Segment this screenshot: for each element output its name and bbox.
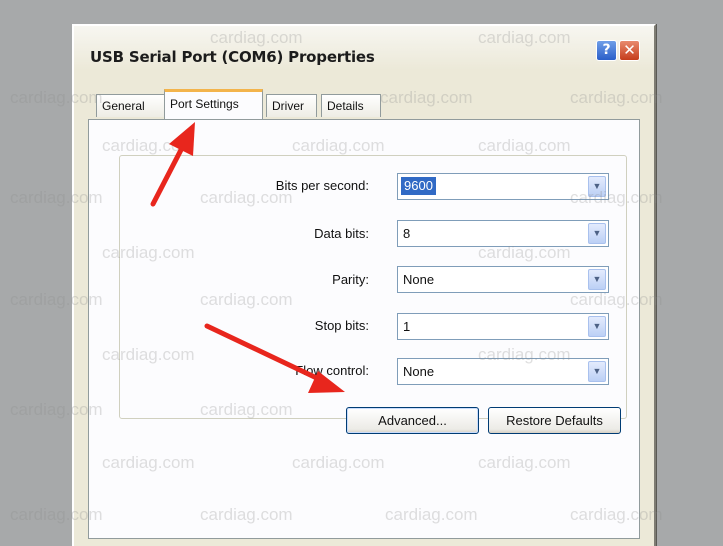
arrow-to-port-settings-tab: [150, 122, 195, 207]
annotation-arrows: [150, 122, 345, 393]
arrow-to-advanced-button: [204, 323, 345, 393]
